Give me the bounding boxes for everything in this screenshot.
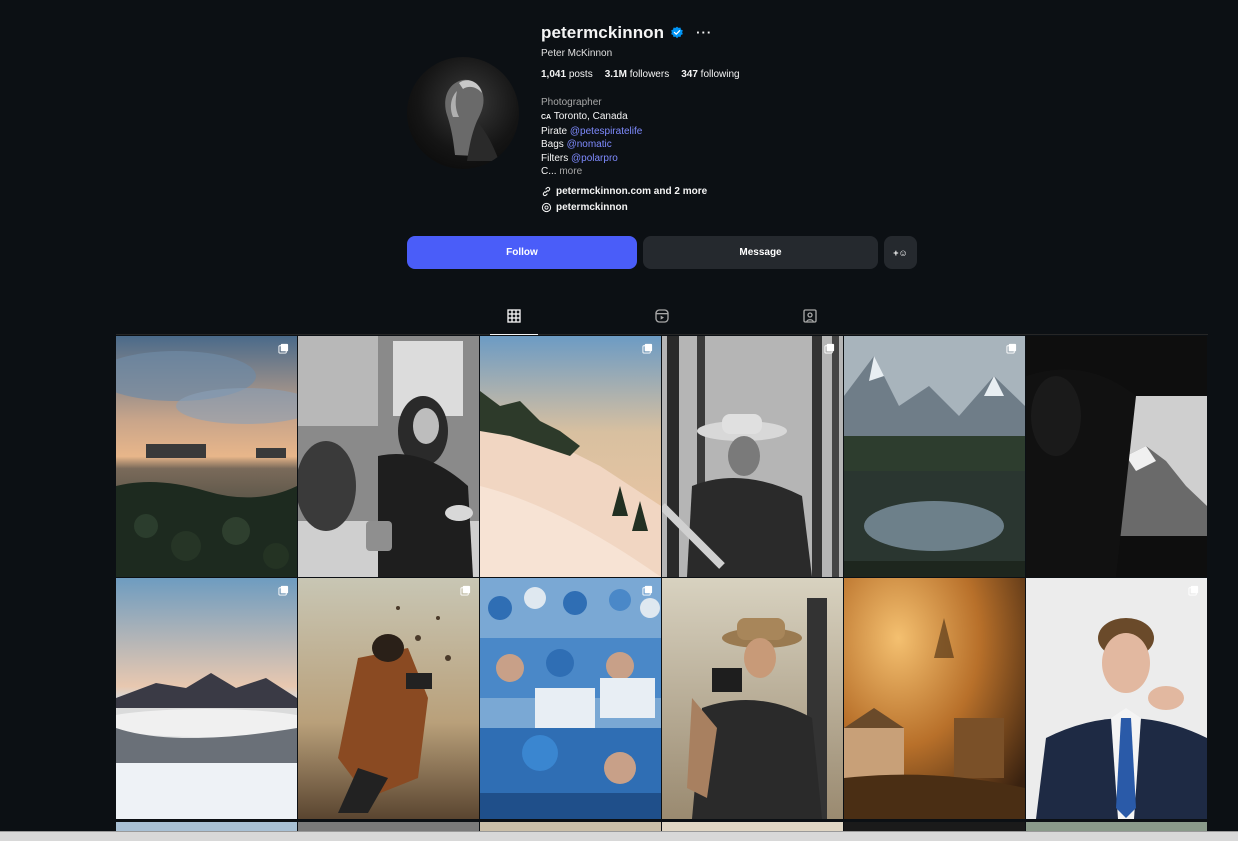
username-row: petermckinnon ···	[541, 22, 941, 44]
tab-posts[interactable]	[490, 308, 538, 335]
multi-post-icon	[1006, 343, 1017, 354]
external-link-text[interactable]: petermckinnon.com and 2 more	[556, 186, 707, 197]
tab-tagged[interactable]	[786, 308, 834, 335]
flag-icon: CA	[541, 114, 552, 121]
following-count[interactable]: 347 following	[681, 69, 739, 80]
profile-avatar[interactable]	[407, 57, 519, 169]
bio-link-petespiratelife[interactable]: @petespiratelife	[570, 126, 642, 137]
multi-post-icon	[642, 585, 653, 596]
multi-post-icon	[278, 343, 289, 354]
grid-post[interactable]	[298, 820, 479, 831]
tab-reels[interactable]	[638, 308, 686, 335]
grid-post[interactable]	[844, 820, 1025, 831]
multi-post-icon	[642, 343, 653, 354]
grid-icon	[507, 309, 521, 323]
profile-stats: 1,041 posts 3.1M followers 347 following	[541, 69, 941, 80]
grid-post[interactable]	[1026, 336, 1207, 577]
message-button[interactable]: Message	[643, 236, 878, 269]
bio-more-button[interactable]: more	[559, 166, 582, 177]
bio-link-nomatic[interactable]: @nomatic	[567, 139, 612, 150]
bio: CA Toronto, Canada Pirate @petespirateli…	[541, 110, 941, 179]
options-dots-icon[interactable]: ···	[696, 26, 712, 39]
grid-post[interactable]	[844, 336, 1025, 577]
bio-line-truncated: C... more	[541, 166, 583, 177]
grid-post[interactable]	[480, 578, 661, 819]
full-name: Peter McKinnon	[541, 48, 613, 59]
bio-location: CA Toronto, Canada	[541, 111, 628, 122]
threads-handle[interactable]: petermckinnon	[556, 202, 628, 213]
grid-post[interactable]	[844, 578, 1025, 819]
bio-line-filters: Filters @polarpro	[541, 152, 618, 164]
bio-line-bags: Bags @nomatic	[541, 139, 612, 150]
external-link[interactable]: petermckinnon.com and 2 more	[541, 185, 941, 199]
grid-post[interactable]	[1026, 820, 1207, 831]
grid-post[interactable]	[116, 336, 297, 577]
grid-post[interactable]	[116, 820, 297, 831]
grid-post[interactable]	[298, 578, 479, 819]
grid-post[interactable]	[1026, 578, 1207, 819]
multi-post-icon	[460, 585, 471, 596]
suggested-users-button[interactable]: +☺	[884, 236, 917, 269]
threads-link[interactable]: petermckinnon	[541, 201, 941, 215]
horizontal-scrollbar[interactable]	[0, 831, 1238, 841]
followers-count[interactable]: 3.1M followers	[605, 69, 669, 80]
bio-link-polarpro[interactable]: @polarpro	[571, 153, 618, 164]
threads-icon	[541, 202, 552, 213]
grid-post[interactable]	[116, 578, 297, 819]
tagged-icon	[803, 309, 817, 323]
username: petermckinnon	[541, 23, 665, 42]
grid-post[interactable]	[480, 336, 661, 577]
follow-button[interactable]: Follow	[407, 236, 637, 269]
multi-post-icon	[1188, 585, 1199, 596]
grid-post[interactable]	[298, 336, 479, 577]
reels-icon	[655, 309, 669, 323]
add-user-icon: +☺	[893, 247, 908, 258]
grid-post[interactable]	[662, 336, 843, 577]
grid-post[interactable]	[662, 578, 843, 819]
profile-info: petermckinnon ··· Peter McKinnon 1,041 p…	[541, 22, 941, 215]
bio-line-pirate: Pirate @petespiratelife	[541, 125, 643, 137]
verified-badge-icon	[671, 26, 683, 39]
link-icon	[542, 186, 551, 197]
multi-post-icon	[824, 343, 835, 354]
grid-post[interactable]	[480, 820, 661, 831]
grid-post[interactable]	[662, 820, 843, 831]
multi-post-icon	[278, 585, 289, 596]
posts-count: 1,041 posts	[541, 69, 593, 80]
profile-tabs	[116, 305, 1208, 335]
category-label: Photographer	[541, 97, 602, 108]
